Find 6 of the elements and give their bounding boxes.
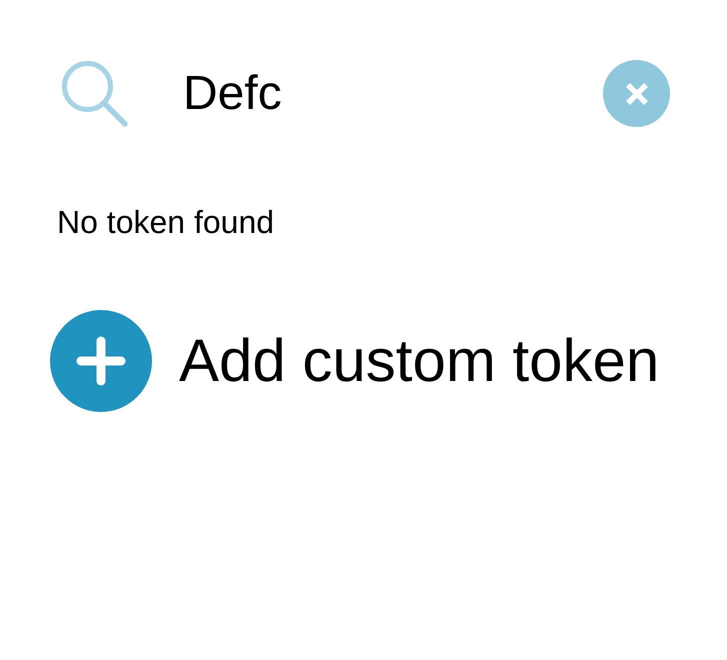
search-field[interactable]: Defc [183,64,583,122]
close-icon [624,82,648,106]
search-icon [60,60,128,128]
plus-circle-icon [50,310,152,412]
add-custom-token-button[interactable]: Add custom token [50,310,660,412]
empty-result-message: No token found [57,203,274,242]
